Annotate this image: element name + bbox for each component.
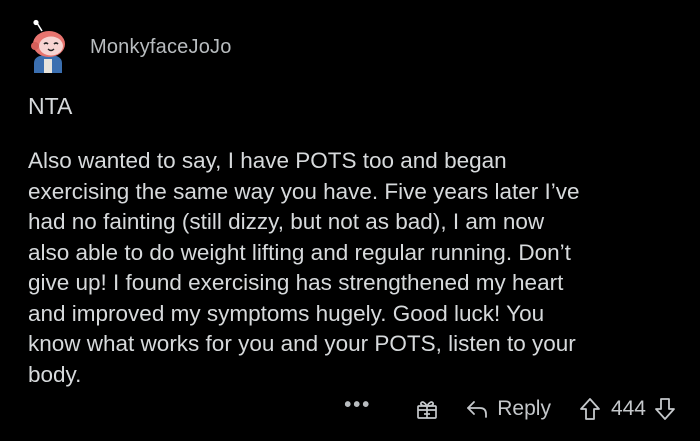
comment: MonkyfaceJoJo NTA Also wanted to say, I … bbox=[0, 0, 700, 441]
comment-body-line: give up! I found exercising has strength… bbox=[28, 270, 564, 295]
gift-award-icon bbox=[417, 401, 438, 419]
downvote-arrow-icon bbox=[655, 398, 675, 420]
comment-actions: ••• Reply 444 bbox=[344, 392, 676, 426]
upvote-arrow-icon bbox=[580, 398, 600, 420]
comment-header: MonkyfaceJoJo bbox=[20, 12, 232, 82]
vote-count: 444 bbox=[610, 397, 646, 420]
comment-body-line: exercising the same way you have. Five y… bbox=[28, 178, 580, 204]
username[interactable]: MonkyfaceJoJo bbox=[90, 36, 232, 59]
comment-body-line: and improved my symptoms hugely. Good lu… bbox=[28, 300, 545, 326]
reply-label: Reply bbox=[497, 397, 551, 420]
more-options-icon[interactable]: ••• bbox=[344, 395, 371, 415]
comment-body: Also wanted to say, I have POTS too and … bbox=[28, 146, 678, 390]
comment-body-line: know what works for you and your POTS, l… bbox=[28, 331, 576, 356]
comment-body-line: body. bbox=[28, 361, 82, 387]
comment-body-line: had no fainting (still dizzy, but not as… bbox=[28, 209, 545, 234]
comment-body-line: Also wanted to say, I have POTS too and … bbox=[28, 148, 507, 173]
reply-arrow-icon bbox=[467, 401, 488, 418]
award-button[interactable] bbox=[415, 397, 439, 421]
snoo-avatar-icon bbox=[31, 19, 65, 73]
downvote-button[interactable] bbox=[654, 397, 676, 421]
reply-button[interactable]: Reply bbox=[465, 397, 551, 421]
avatar[interactable] bbox=[20, 19, 76, 75]
verdict-text: NTA bbox=[28, 93, 73, 119]
comment-body-line: also able to do weight lifting and regul… bbox=[28, 239, 571, 265]
upvote-button[interactable] bbox=[579, 397, 601, 421]
